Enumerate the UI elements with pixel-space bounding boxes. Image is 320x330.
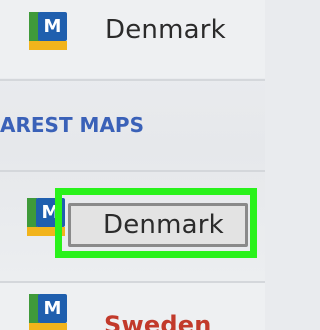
list-item-label: Sweden — [104, 311, 212, 330]
list-item-sweden[interactable]: M Sweden — [0, 283, 265, 330]
app-logo-icon: M — [29, 12, 67, 50]
highlight-overlay — [55, 188, 257, 258]
list-item-denmark-top[interactable]: M Denmark — [0, 0, 265, 78]
app-logo-icon: M — [29, 294, 67, 330]
divider — [0, 79, 265, 81]
list-item-label: Denmark — [105, 15, 226, 45]
map-list-screen: M Denmark AREST MAPS M Denmark M Sweden — [0, 0, 265, 330]
section-header-nearest-maps: AREST MAPS — [0, 113, 144, 137]
